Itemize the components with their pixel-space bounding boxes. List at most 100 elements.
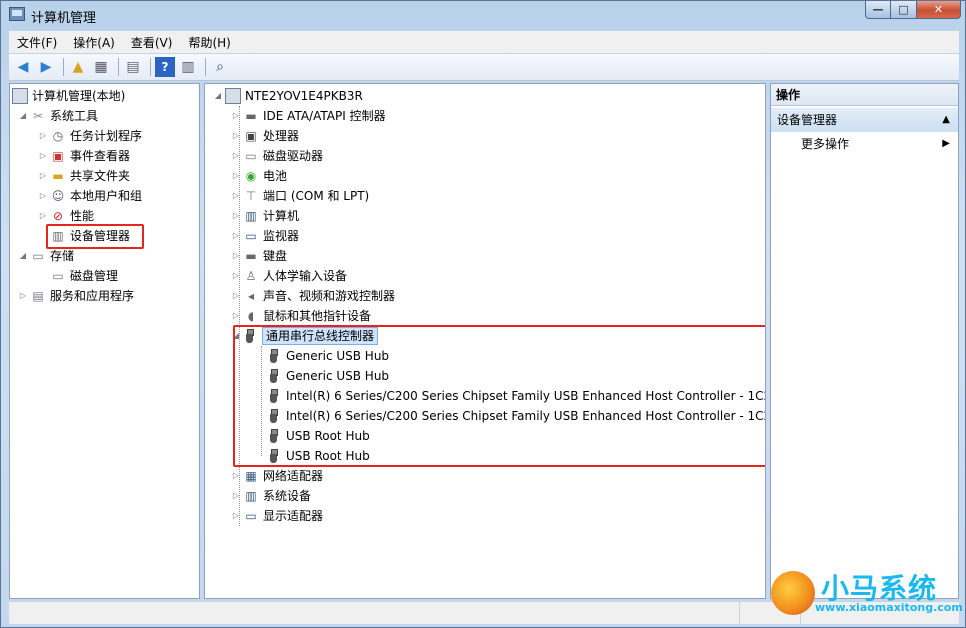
device-category[interactable]: ▷ ▭ 显示适配器 [231,506,323,526]
menu-file[interactable]: 文件(F) [9,34,65,51]
maximize-button[interactable]: □ [891,1,917,19]
device-category[interactable]: ▷ ▬ 键盘 [231,246,287,266]
expand-arrow-icon[interactable]: ▷ [38,126,48,146]
computer-management-window: 计算机管理 — □ ✕ 文件(F) 操作(A) 查看(V) 帮助(H) ◀ ▶ … [0,0,966,628]
device-category[interactable]: ▷ ▦ 网络适配器 [231,466,323,486]
tree-item-storage[interactable]: ◢ ▭ 存储 [18,246,74,266]
expand-arrow-icon[interactable]: ▷ [231,246,241,266]
device-category[interactable]: ▷ ♙ 人体学输入设备 [231,266,347,286]
device-category[interactable]: ▷ ▥ 系统设备 [231,486,311,506]
expand-arrow-icon[interactable]: ▷ [231,166,241,186]
actions-header: 操作 [771,84,958,106]
device-category[interactable]: ▷ ◖ 鼠标和其他指针设备 [231,306,371,326]
action-pane-icon[interactable]: ▥ [178,57,198,77]
expand-arrow-icon[interactable]: ▷ [231,506,241,526]
tree-item-performance[interactable]: ▷ ⊘ 性能 [38,206,94,226]
computer-icon [225,88,241,104]
more-actions-label: 更多操作 [801,137,850,151]
processor-icon: ▣ [245,129,257,143]
clock-icon: ◷ [52,129,64,143]
keyboard-icon: ▬ [245,249,257,263]
device-category[interactable]: ▷ ◂ 声音、视频和游戏控制器 [231,286,395,306]
device-category-label: 计算机 [263,209,300,223]
expand-arrow-icon[interactable]: ▷ [231,186,241,206]
forward-arrow-icon[interactable]: ▶ [36,57,56,77]
tree-item-services[interactable]: ▷ ▤ 服务和应用程序 [18,286,134,306]
expand-arrow-icon[interactable]: ▷ [18,286,28,306]
expand-arrow-icon[interactable]: ▷ [231,226,241,246]
expand-arrow-icon[interactable]: ▷ [231,286,241,306]
tree-item-event-viewer[interactable]: ▷ ▣ 事件查看器 [38,146,130,166]
up-folder-icon[interactable]: ▲ [68,57,88,77]
performance-icon: ⊘ [52,209,64,223]
show-hide-tree-icon[interactable]: ▦ [91,57,111,77]
more-actions-item[interactable]: 更多操作 ▶ [771,134,958,154]
tree-item-local-users[interactable]: ▷ ☺ 本地用户和组 [38,186,142,206]
device-category[interactable]: ▷ ▬ IDE ATA/ATAPI 控制器 [231,106,386,126]
title-bar[interactable]: 计算机管理 — □ ✕ [1,1,965,29]
minimize-button[interactable]: — [865,1,891,19]
device-category-label: 处理器 [263,129,300,143]
tree-item-task-scheduler[interactable]: ▷ ◷ 任务计划程序 [38,126,142,146]
tree-item-label: 系统工具 [50,109,99,123]
menu-view[interactable]: 查看(V) [123,34,181,51]
tree-item-system-tools[interactable]: ◢ ✂ 系统工具 [18,106,98,126]
help-icon[interactable]: ? [155,57,175,77]
expand-arrow-icon[interactable]: ▷ [38,206,48,226]
actions-section-device-manager[interactable]: 设备管理器 ▲ [771,108,958,132]
back-arrow-icon[interactable]: ◀ [13,57,33,77]
close-button[interactable]: ✕ [917,1,961,19]
watermark-url: www.xiaomaxitong.com [815,601,963,614]
highlight-box-usb-controllers [233,325,765,467]
device-category-label: 监视器 [263,229,300,243]
expand-arrow-icon[interactable]: ▷ [231,106,241,126]
computer-icon: ▥ [245,209,257,223]
tree-item-label: 本地用户和组 [70,189,143,203]
menu-bar: 文件(F) 操作(A) 查看(V) 帮助(H) [9,31,959,53]
expand-arrow-icon[interactable]: ▷ [231,146,241,166]
display-adapter-icon: ▭ [245,509,257,523]
expand-arrow-icon[interactable]: ▷ [38,186,48,206]
window-title: 计算机管理 [31,11,97,26]
expand-arrow-icon[interactable]: ▷ [231,466,241,486]
expand-arrow-icon[interactable]: ▷ [38,166,48,186]
device-category[interactable]: ▷ ▭ 磁盘驱动器 [231,146,323,166]
collapse-arrow-icon[interactable]: ◢ [213,86,223,106]
expand-arrow-icon[interactable]: ▷ [231,266,241,286]
menu-action[interactable]: 操作(A) [65,34,123,51]
properties-icon[interactable]: ▤ [123,57,143,77]
collapse-arrow-icon[interactable]: ◢ [18,106,28,126]
tree-item-label: 事件查看器 [70,149,131,163]
mouse-icon: ◖ [247,309,255,323]
device-tree-root[interactable]: ◢ NTE2YOV1E4PKB3R [213,86,363,106]
tree-item-shared-folders[interactable]: ▷ ▬ 共享文件夹 [38,166,130,186]
tree-item-disk-management[interactable]: ▭ 磁盘管理 [50,266,118,286]
menu-help[interactable]: 帮助(H) [180,34,238,51]
device-category-label: 磁盘驱动器 [263,149,324,163]
hid-icon: ♙ [245,269,257,283]
device-category-label: 端口 (COM 和 LPT) [263,189,370,203]
shared-folder-icon: ▬ [52,169,64,183]
collapse-arrow-icon[interactable]: ◢ [18,246,28,266]
device-category-label: 鼠标和其他指针设备 [263,309,372,323]
collapse-up-icon[interactable]: ▲ [942,108,950,132]
expand-arrow-icon[interactable]: ▷ [38,146,48,166]
expand-arrow-icon[interactable]: ▷ [231,206,241,226]
device-tree-pane: ◢ NTE2YOV1E4PKB3R ▷ ▬ IDE ATA/ATAPI 控制器 … [204,83,766,599]
device-category[interactable]: ▷ ▥ 计算机 [231,206,299,226]
toolbar-separator [205,58,206,76]
device-category[interactable]: ▷ ▭ 监视器 [231,226,299,246]
scan-hardware-icon[interactable]: ⌕ [210,57,230,77]
tree-root[interactable]: 计算机管理(本地) [12,86,125,106]
device-category-label: 声音、视频和游戏控制器 [263,289,396,303]
computer-icon [12,88,28,104]
actions-section-label: 设备管理器 [777,113,838,127]
status-cell [9,602,740,624]
device-category[interactable]: ▷ ⊤ 端口 (COM 和 LPT) [231,186,369,206]
expand-arrow-icon[interactable]: ▷ [231,486,241,506]
device-category[interactable]: ▷ ◉ 电池 [231,166,287,186]
expand-arrow-icon[interactable]: ▷ [231,126,241,146]
event-viewer-icon: ▣ [52,149,64,163]
expand-arrow-icon[interactable]: ▷ [231,306,241,326]
device-category[interactable]: ▷ ▣ 处理器 [231,126,299,146]
